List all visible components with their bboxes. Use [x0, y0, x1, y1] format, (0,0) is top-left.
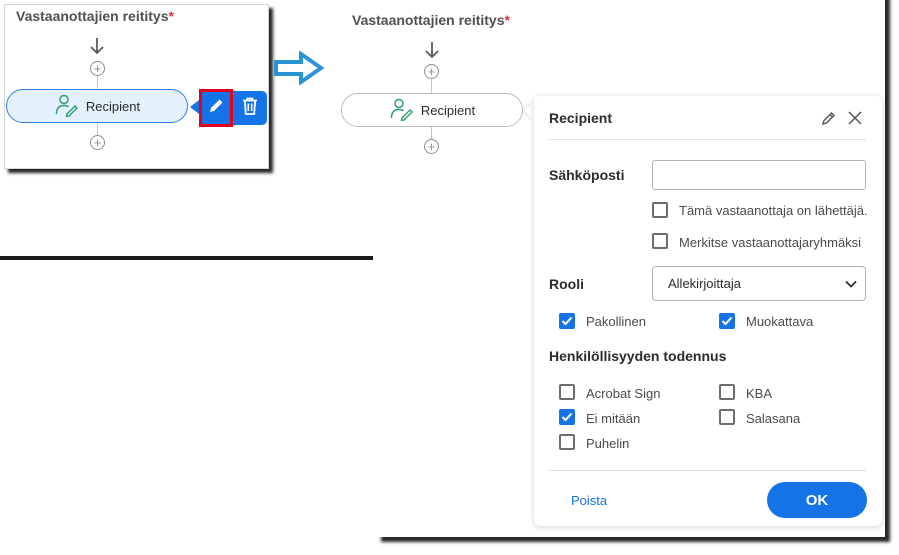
- user-sign-icon: [389, 97, 413, 124]
- trash-icon: [241, 96, 259, 121]
- recipient-node-label: Recipient: [85, 98, 141, 114]
- auth-password-label: Salasana: [746, 411, 801, 426]
- auth-none-label: Ei mitään: [586, 411, 641, 426]
- dialog-footer-divider: [549, 470, 866, 471]
- recipient-group-checkbox[interactable]: [652, 233, 668, 249]
- connector-line: [97, 76, 98, 89]
- required-label: Pakollinen: [586, 314, 646, 329]
- down-arrow-icon: [89, 37, 105, 60]
- check-icon: [561, 412, 573, 422]
- plus-icon: +: [93, 61, 102, 76]
- required-mark: *: [168, 8, 174, 24]
- right-arrow-icon: [273, 50, 325, 90]
- close-button[interactable]: [847, 110, 863, 131]
- auth-heading: Henkilöllisyyden todennus: [549, 348, 727, 364]
- role-select[interactable]: Allekirjoittaja: [652, 266, 866, 301]
- routing-title: Vastaanottajien reititys*: [352, 12, 510, 28]
- auth-phone-label: Puhelin: [586, 436, 630, 451]
- auth-kba-label: KBA: [746, 386, 773, 401]
- recipient-group-label: Merkitse vastaanottajaryhmäksi: [679, 235, 862, 250]
- add-step-button[interactable]: +: [90, 61, 105, 76]
- plus-icon: +: [427, 64, 436, 79]
- delete-recipient-link[interactable]: Poista: [571, 493, 607, 508]
- is-sender-label: Tämä vastaanottaja on lähettäjä.: [679, 203, 868, 218]
- email-label: Sähköposti: [549, 167, 625, 183]
- recipient-node-label: Recipient: [420, 102, 476, 118]
- connector-line: [97, 123, 98, 135]
- recipient-node[interactable]: Recipient: [6, 89, 188, 123]
- auth-kba-checkbox[interactable]: [719, 384, 735, 400]
- editable-checkbox[interactable]: [719, 313, 735, 329]
- routing-preview-panel: [4, 4, 269, 169]
- divider-bar: [0, 256, 373, 260]
- check-icon: [721, 316, 733, 326]
- pencil-icon: [821, 112, 837, 130]
- action-pointer: [190, 100, 199, 114]
- editable-label: Muokattava: [746, 314, 814, 329]
- add-step-button[interactable]: +: [424, 64, 439, 79]
- ok-button[interactable]: OK: [767, 482, 867, 518]
- required-checkbox[interactable]: [559, 313, 575, 329]
- dialog-header-divider: [549, 139, 866, 140]
- routing-title: Vastaanottajien reititys*: [16, 8, 174, 24]
- user-sign-icon: [54, 93, 78, 120]
- edit-recipient-button[interactable]: [199, 89, 233, 127]
- email-field[interactable]: [652, 160, 866, 190]
- role-select-value: Allekirjoittaja: [668, 276, 741, 291]
- auth-password-checkbox[interactable]: [719, 409, 735, 425]
- plus-icon: +: [93, 135, 102, 150]
- auth-acrobat-sign-checkbox[interactable]: [559, 384, 575, 400]
- rename-pencil-button[interactable]: [821, 110, 837, 131]
- auth-phone-checkbox[interactable]: [559, 434, 575, 450]
- recipient-node[interactable]: Recipient: [341, 93, 523, 127]
- close-icon: [847, 111, 863, 130]
- role-label: Rooli: [549, 276, 584, 292]
- dialog-title: Recipient: [549, 110, 613, 126]
- add-step-button[interactable]: +: [90, 135, 105, 150]
- check-icon: [561, 316, 573, 326]
- plus-icon: +: [427, 139, 436, 154]
- pencil-icon: [207, 97, 225, 120]
- chevron-down-icon: [845, 276, 857, 291]
- connector-line: [431, 79, 432, 93]
- auth-acrobat-sign-label: Acrobat Sign: [586, 386, 661, 401]
- is-sender-checkbox[interactable]: [652, 202, 668, 218]
- delete-recipient-button[interactable]: [233, 91, 267, 125]
- required-mark: *: [504, 12, 510, 28]
- auth-none-checkbox[interactable]: [559, 409, 575, 425]
- down-arrow-icon: [424, 41, 440, 64]
- add-step-button[interactable]: +: [424, 139, 439, 154]
- connector-line: [431, 127, 432, 139]
